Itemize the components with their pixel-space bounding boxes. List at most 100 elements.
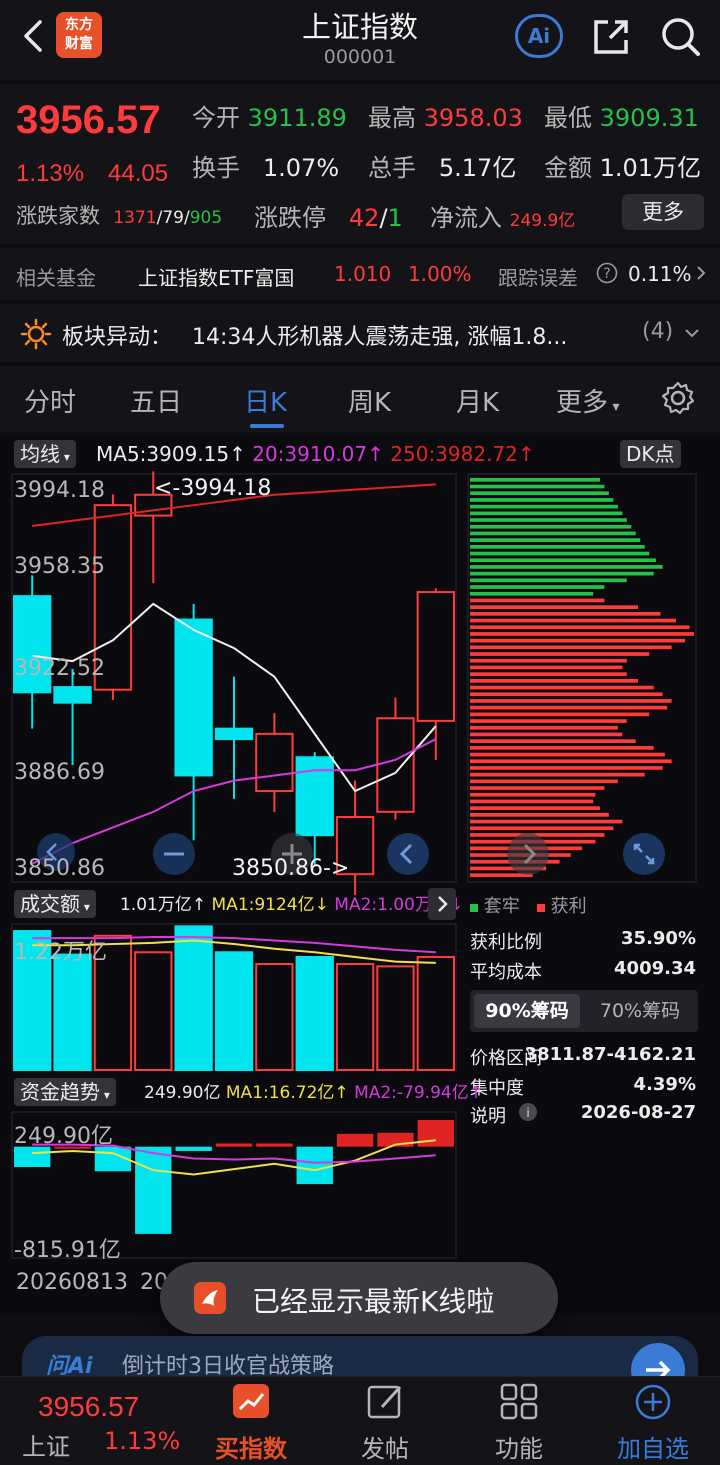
y-axis-label-2: 3958.35 xyxy=(14,554,105,579)
app-logo-icon xyxy=(194,1282,226,1314)
fund-flow-bar xyxy=(135,1146,172,1234)
kline-chart[interactable] xyxy=(0,434,720,1314)
tab-intraday[interactable]: 分时 xyxy=(24,382,76,419)
chip-bar-profit xyxy=(470,705,668,710)
ai-banner-text: 倒计时3日收官战策略 xyxy=(122,1354,334,1376)
related-fund-row[interactable]: 相关基金 上证指数ETF富国 1.010 1.00% 跟踪误差 ? 0.11% xyxy=(0,248,720,300)
y-axis-label-4: 3886.69 xyxy=(14,760,105,785)
candle-body xyxy=(295,756,334,837)
quote-panel: 3956.57 1.13% 44.05 今开 3911.89 最高 3958.0… xyxy=(0,84,720,244)
ai-strategy-banner[interactable]: 问Ai 倒计时3日收官战策略 xyxy=(22,1336,698,1376)
chip-bar-trapped xyxy=(470,551,650,556)
candle-body xyxy=(255,732,294,793)
scroll-next-icon[interactable] xyxy=(506,832,550,876)
y-axis-label-1: 3994.18 xyxy=(14,478,105,503)
profit-legend-swatch xyxy=(536,904,545,912)
low-stat: 最低 3909.31 xyxy=(544,104,699,132)
chart-area: 均线 ▾ MA5:3909.15↑ 20:3910.07↑ 250:3982.7… xyxy=(0,434,720,1314)
info-icon[interactable]: i xyxy=(518,1102,538,1122)
y-axis-label-5: 3850.86 xyxy=(14,856,105,881)
ai-assistant-icon[interactable]: Ai xyxy=(515,14,563,58)
chip-bar-profit xyxy=(470,685,654,690)
change-percent: 1.13% xyxy=(16,160,85,187)
date-label-left: 20260813 xyxy=(16,1270,128,1295)
amount-stat: 金额 1.01万亿 xyxy=(544,154,702,182)
fund-flow-bar xyxy=(417,1120,454,1147)
chip-bar-profit xyxy=(470,759,672,764)
add-watchlist-button[interactable]: 加自选 xyxy=(606,1383,700,1464)
fund-label: 相关基金 xyxy=(16,266,96,290)
volume-bar xyxy=(255,963,294,1072)
tab-five-day[interactable]: 五日 xyxy=(130,382,182,419)
bottom-quote[interactable]: 3956.57 上证 1.13% xyxy=(0,1377,200,1465)
expand-right-icon[interactable] xyxy=(428,888,456,920)
chip-bar-profit xyxy=(470,645,672,650)
ai-banner-logo: 问Ai xyxy=(46,1354,93,1376)
chevron-down-icon[interactable] xyxy=(684,328,700,338)
chip-bar-trapped xyxy=(470,585,605,589)
more-button[interactable]: 更多 xyxy=(622,194,704,230)
high-marker: <-3994.18 xyxy=(154,476,272,501)
high-stat: 最高 3958.03 xyxy=(368,104,523,132)
chip-bar-profit xyxy=(470,679,638,683)
volume-bar xyxy=(335,963,375,1072)
change-amount: 44.05 xyxy=(108,160,169,187)
period-tabs: 分时 五日 日K 周K 月K 更多 ▾ xyxy=(0,366,720,432)
chip-bar-trapped xyxy=(470,478,600,482)
chip-legend: 套牢 获利 xyxy=(470,892,587,918)
tab-monthly-k[interactable]: 月K xyxy=(456,382,499,419)
chip-bar-profit xyxy=(470,792,596,797)
tab-more[interactable]: 更多 ▾ xyxy=(556,382,620,419)
current-price: 3956.57 xyxy=(16,98,161,142)
post-button[interactable]: 发帖 xyxy=(340,1383,430,1464)
tab-daily-k[interactable]: 日K xyxy=(244,382,287,419)
fund-pct: 1.00% xyxy=(408,262,472,286)
concentration-value: 4.39% xyxy=(633,1074,696,1095)
chip-bar-trapped xyxy=(470,578,627,583)
profit-ratio-value: 35.90% xyxy=(621,928,696,949)
chip-tab-70[interactable]: 70%筹码 xyxy=(586,994,694,1028)
candle-body xyxy=(53,686,92,704)
go-arrow-icon[interactable] xyxy=(630,1342,686,1376)
expand-icon[interactable] xyxy=(622,832,666,876)
trend-chart-icon xyxy=(233,1384,269,1418)
bottom-pct: 1.13% xyxy=(104,1427,181,1455)
functions-button[interactable]: 功能 xyxy=(474,1383,564,1464)
chip-bar-trapped xyxy=(470,491,609,496)
volume-selector[interactable]: 成交额 ▾ xyxy=(14,890,96,918)
tab-weekly-k[interactable]: 周K xyxy=(348,382,391,419)
y-axis-label-3: 3922.52 xyxy=(14,656,105,681)
chip-bar-trapped xyxy=(470,545,645,549)
open-stat: 今开 3911.89 xyxy=(192,104,347,132)
chip-bar-profit xyxy=(470,806,600,810)
fund-flow-bar xyxy=(256,1143,293,1147)
chip-tab-90[interactable]: 90%筹码 xyxy=(474,994,580,1028)
sector-alert-row[interactable]: 板块异动： 14:34人形机器人震荡走强, 涨幅1.8... (4) xyxy=(0,304,720,362)
chip-bar-trapped xyxy=(470,484,605,489)
chip-bar-trapped xyxy=(470,504,618,509)
fund-flow-selector[interactable]: 资金趋势 ▾ xyxy=(14,1078,116,1106)
search-icon[interactable] xyxy=(656,12,704,60)
chip-bar-profit xyxy=(470,652,650,656)
fund-flow-bar xyxy=(175,1146,212,1151)
add-circle-icon xyxy=(635,1384,671,1420)
share-icon[interactable] xyxy=(588,14,634,60)
low-marker: 3850.86-> xyxy=(232,856,350,881)
chip-bar-profit xyxy=(470,772,645,777)
chip-tab-group: 90%筹码 70%筹码 xyxy=(470,990,698,1032)
buy-index-button[interactable]: 买指数 xyxy=(206,1383,296,1464)
toast-text: 已经显示最新K线啦 xyxy=(252,1285,495,1318)
tracking-error-label: 跟踪误差 xyxy=(498,266,578,290)
chip-bar-profit xyxy=(470,799,594,804)
sun-alert-icon xyxy=(20,318,52,350)
chevron-right-icon xyxy=(697,266,706,280)
scroll-prev-icon[interactable] xyxy=(386,832,430,876)
settings-gear-icon[interactable] xyxy=(660,380,696,416)
volume-bar xyxy=(134,951,173,1071)
chip-bar-profit xyxy=(470,638,686,643)
zoom-out-icon[interactable] xyxy=(152,832,196,876)
fund-name[interactable]: 上证指数ETF富国 xyxy=(138,262,294,291)
chip-bar-profit xyxy=(470,779,618,784)
help-icon[interactable]: ? xyxy=(596,262,618,284)
edit-icon xyxy=(367,1385,402,1419)
